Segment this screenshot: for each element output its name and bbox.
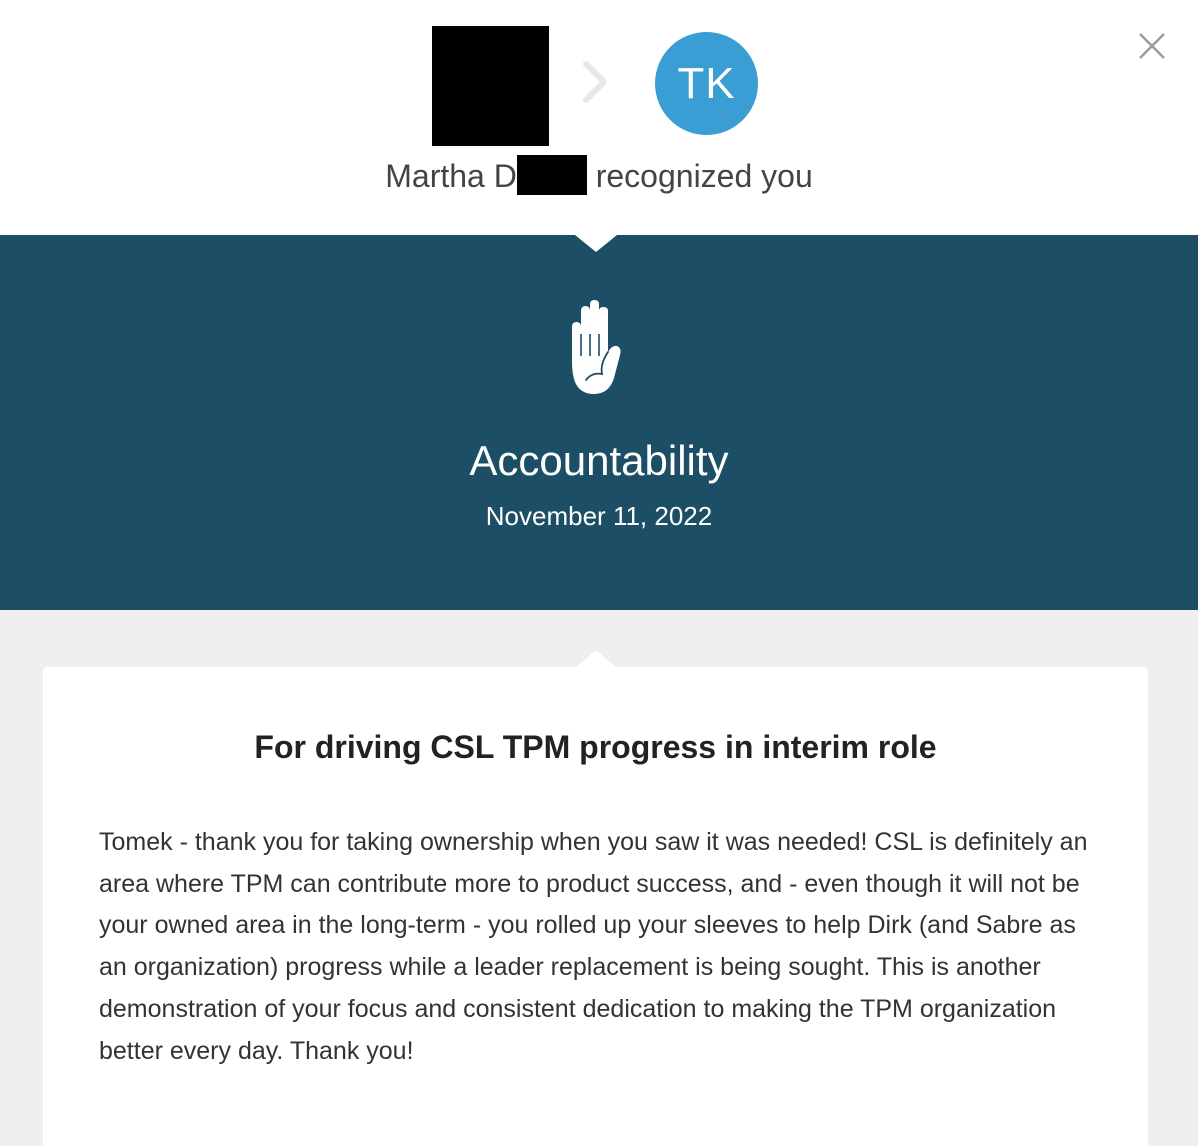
message-card: For driving CSL TPM progress in interim … [43,667,1148,1146]
recognized-line: Martha D recognized you [0,152,1198,200]
recognition-title: For driving CSL TPM progress in interim … [254,729,937,765]
value-banner [0,235,1198,610]
redaction-block [516,155,587,195]
recognized-text: recognized you [595,158,813,194]
card-pointer [576,650,616,667]
sender-name: Martha D [385,158,517,194]
recognition-date: November 11, 2022 [485,501,713,531]
close-button[interactable] [1132,26,1172,66]
recipient-initials: TK [677,59,736,108]
sender-avatar [432,26,549,146]
chevron-right-icon [583,61,607,103]
value-title: Accountability [469,437,729,484]
recognition-header: TK Martha D recognized you [0,0,1198,235]
banner-pointer [575,235,617,252]
recognition-message: Tomek - thank you for taking ownership w… [99,828,1088,1065]
raised-hand-icon [572,300,621,394]
close-icon[interactable] [1132,26,1172,66]
recipient-avatar: TK [655,32,758,135]
